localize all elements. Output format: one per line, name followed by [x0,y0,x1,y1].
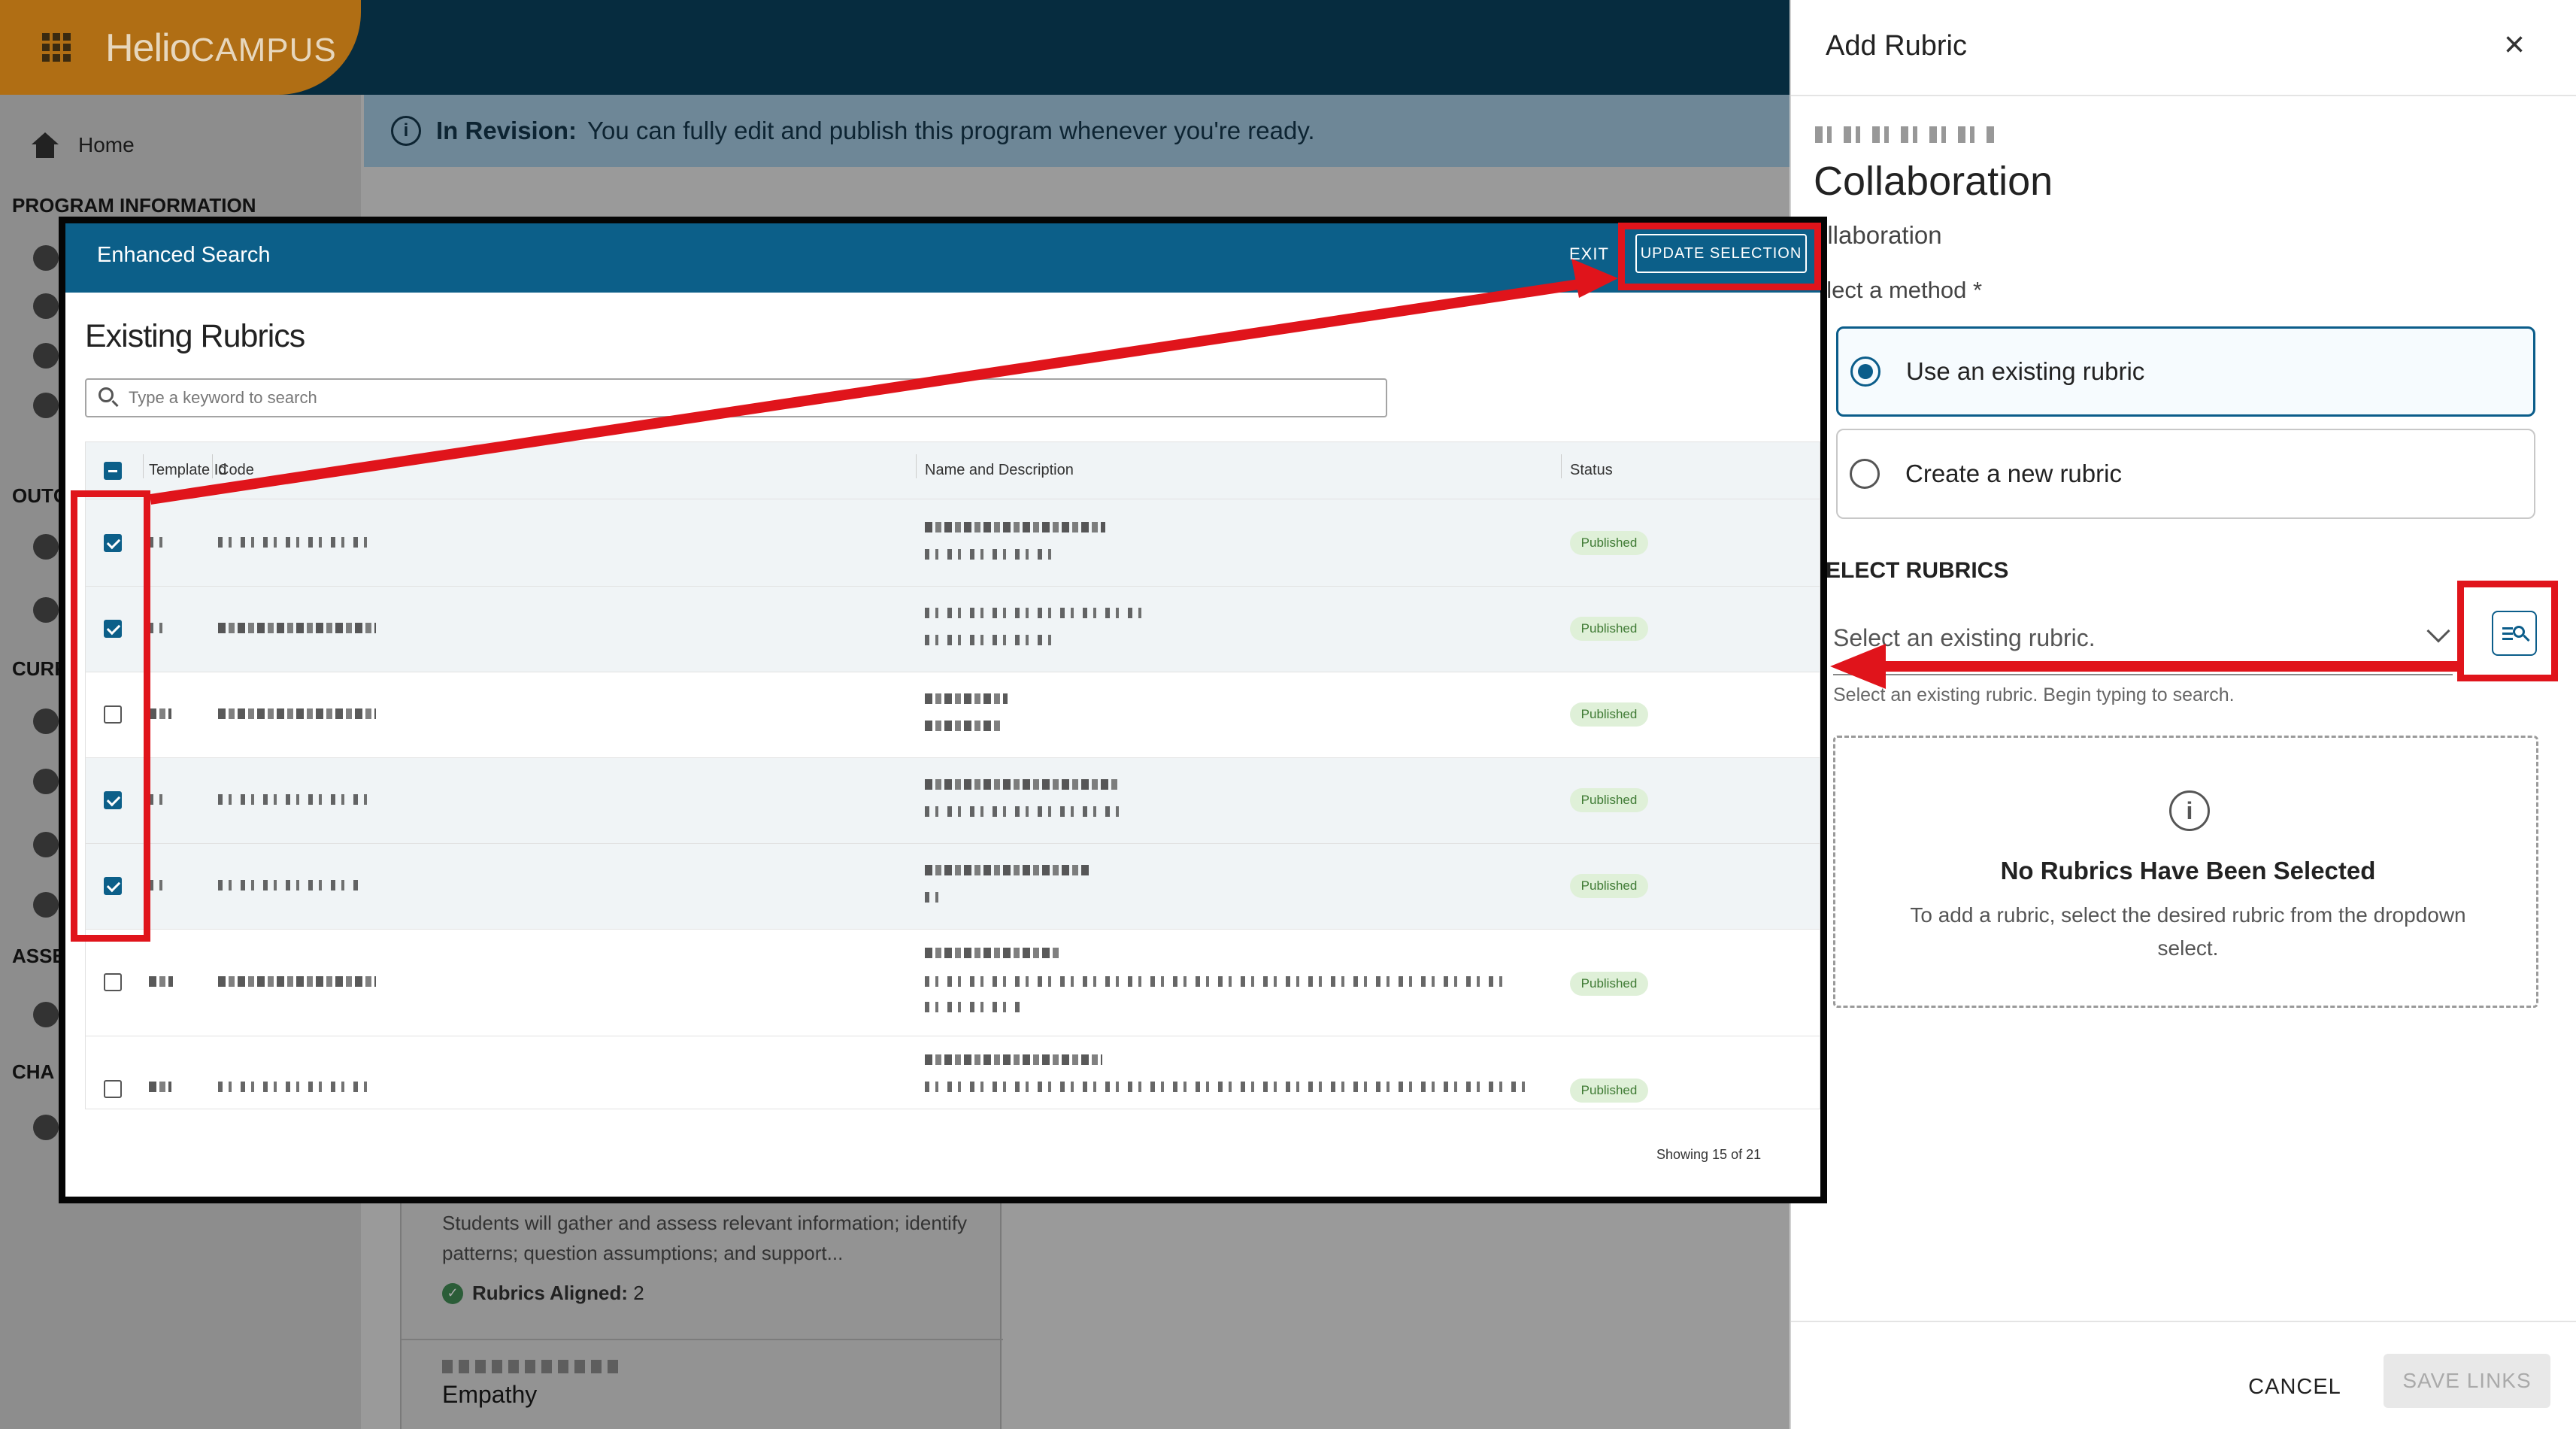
results-count: Showing 15 of 21 [1656,1147,1762,1162]
apps-grid-icon[interactable] [42,33,71,62]
info-icon[interactable] [33,245,59,271]
cancel-button[interactable]: CANCEL [2242,1364,2347,1409]
redacted-code [1815,126,1996,143]
status-badge: Published [1570,874,1648,898]
book-icon[interactable] [33,708,59,734]
annotation-box-update-selection [1618,223,1821,290]
rubrics-table: Template Id Code Name and Description St… [85,441,1820,1109]
exit-button[interactable]: EXIT [1569,244,1609,264]
row-checkbox[interactable] [104,973,122,991]
sidebar-section-program-information: PROGRAM INFORMATION [12,194,256,217]
book-icon[interactable] [33,597,59,623]
brand-area: HelioCAMPUS [0,0,361,95]
check-icon[interactable] [33,1002,59,1027]
select-rubrics-label: ELECT RUBRICS [1826,558,2009,583]
table-row[interactable]: Published [86,844,1820,930]
table-row[interactable]: Published [86,499,1820,587]
status-badge: Published [1570,617,1648,641]
divider [402,1339,1003,1340]
close-icon[interactable]: × [2492,23,2537,68]
radio-selected-icon[interactable] [1850,356,1880,387]
table-row[interactable]: Published [86,758,1820,844]
gear-icon[interactable] [33,293,59,319]
table-row[interactable]: Published [86,587,1820,672]
status-badge: Published [1570,972,1648,996]
outcome-description: Students will gather and assess relevant… [442,1212,968,1264]
table-row[interactable]: Published [86,672,1820,758]
status-badge: Published [1570,1079,1648,1103]
rubrics-aligned: ✓ Rubrics Aligned: 2 [442,1282,644,1305]
dialog-heading: Existing Rubrics [85,318,305,354]
keyword-search-input[interactable] [85,378,1387,417]
sidebar-section-changes: CHA [12,1060,55,1083]
outcome-subtitle: ollaboration [1814,221,1942,249]
map-icon[interactable] [33,832,59,857]
method-option-new[interactable]: Create a new rubric [1836,429,2535,519]
radio-empty-icon[interactable] [1850,459,1880,489]
enhanced-search-dialog: Enhanced Search EXIT UPDATE SELECTION Ex… [59,217,1827,1203]
brand-logo: HelioCAMPUS [105,26,337,70]
sidebar-item-label: Home [78,133,135,156]
drawer-footer: CANCEL SAVE LINKS [1791,1321,2576,1429]
top-bar: HelioCAMPUS [0,0,1790,95]
outcome-title: Collaboration [1814,159,2053,204]
column-template-id[interactable]: Template Id [149,462,226,479]
method-option-label: Create a new rubric [1905,460,2122,487]
sidebar-section-assessment: ASSE [12,945,65,967]
badge-icon[interactable] [33,393,59,418]
drawer-header: Add Rubric × [1791,0,2576,96]
redacted-code [442,1360,623,1373]
check-circle-icon: ✓ [442,1282,463,1304]
method-option-existing[interactable]: Use an existing rubric [1836,326,2535,417]
status-badge: Published [1570,531,1648,555]
table-row[interactable]: Published [86,930,1820,1036]
row-checkbox[interactable] [104,1080,122,1098]
status-badge: Published [1570,702,1648,727]
method-label: elect a method * [1814,277,1983,303]
drawer-title: Add Rubric [1826,30,1967,62]
people-icon[interactable] [33,534,59,560]
people-icon[interactable] [33,769,59,794]
select-helper-text: Select an existing rubric. Begin typing … [1833,684,2235,705]
search-icon [98,387,114,402]
annotation-box-enhanced-search [2457,581,2558,681]
outcome-title: Empathy [442,1381,538,1408]
home-icon [30,132,60,158]
select-all-checkbox[interactable] [104,462,122,480]
banner-title: In Revision: [436,117,577,144]
status-badge: Published [1570,788,1648,812]
empty-title: No Rubrics Have Been Selected [2000,857,2376,884]
column-name-description[interactable]: Name and Description [925,462,1074,479]
empty-message: To add a rubric, select the desired rubr… [1910,903,2466,960]
column-status[interactable]: Status [1570,462,1613,479]
table-row[interactable]: Published [86,1036,1820,1109]
banner-message: You can fully edit and publish this prog… [587,117,1315,144]
school-icon[interactable] [33,343,59,369]
info-icon: i [2169,790,2210,831]
history-icon[interactable] [33,1115,59,1140]
table-header: Template Id Code Name and Description St… [86,442,1820,499]
sidebar-item-home[interactable]: Home [30,132,135,158]
column-code[interactable]: Code [218,462,254,479]
outcome-card: Students will gather and assess relevant… [400,1188,1003,1429]
rubric-select[interactable]: Select an existing rubric. [1833,602,2453,675]
dialog-header: Enhanced Search EXIT UPDATE SELECTION [65,223,1820,293]
dialog-title: Enhanced Search [97,243,271,267]
add-rubric-drawer: Add Rubric × Collaboration ollaboration … [1790,0,2576,1429]
info-icon: i [391,116,421,146]
method-option-label: Use an existing rubric [1906,357,2145,385]
empty-state: i No Rubrics Have Been Selected To add a… [1833,736,2538,1008]
revision-banner: i In Revision: You can fully edit and pu… [364,95,1790,167]
save-links-button[interactable]: SAVE LINKS [2384,1354,2550,1408]
trophy-icon[interactable] [33,892,59,918]
annotation-box-checkboxes [71,490,150,942]
